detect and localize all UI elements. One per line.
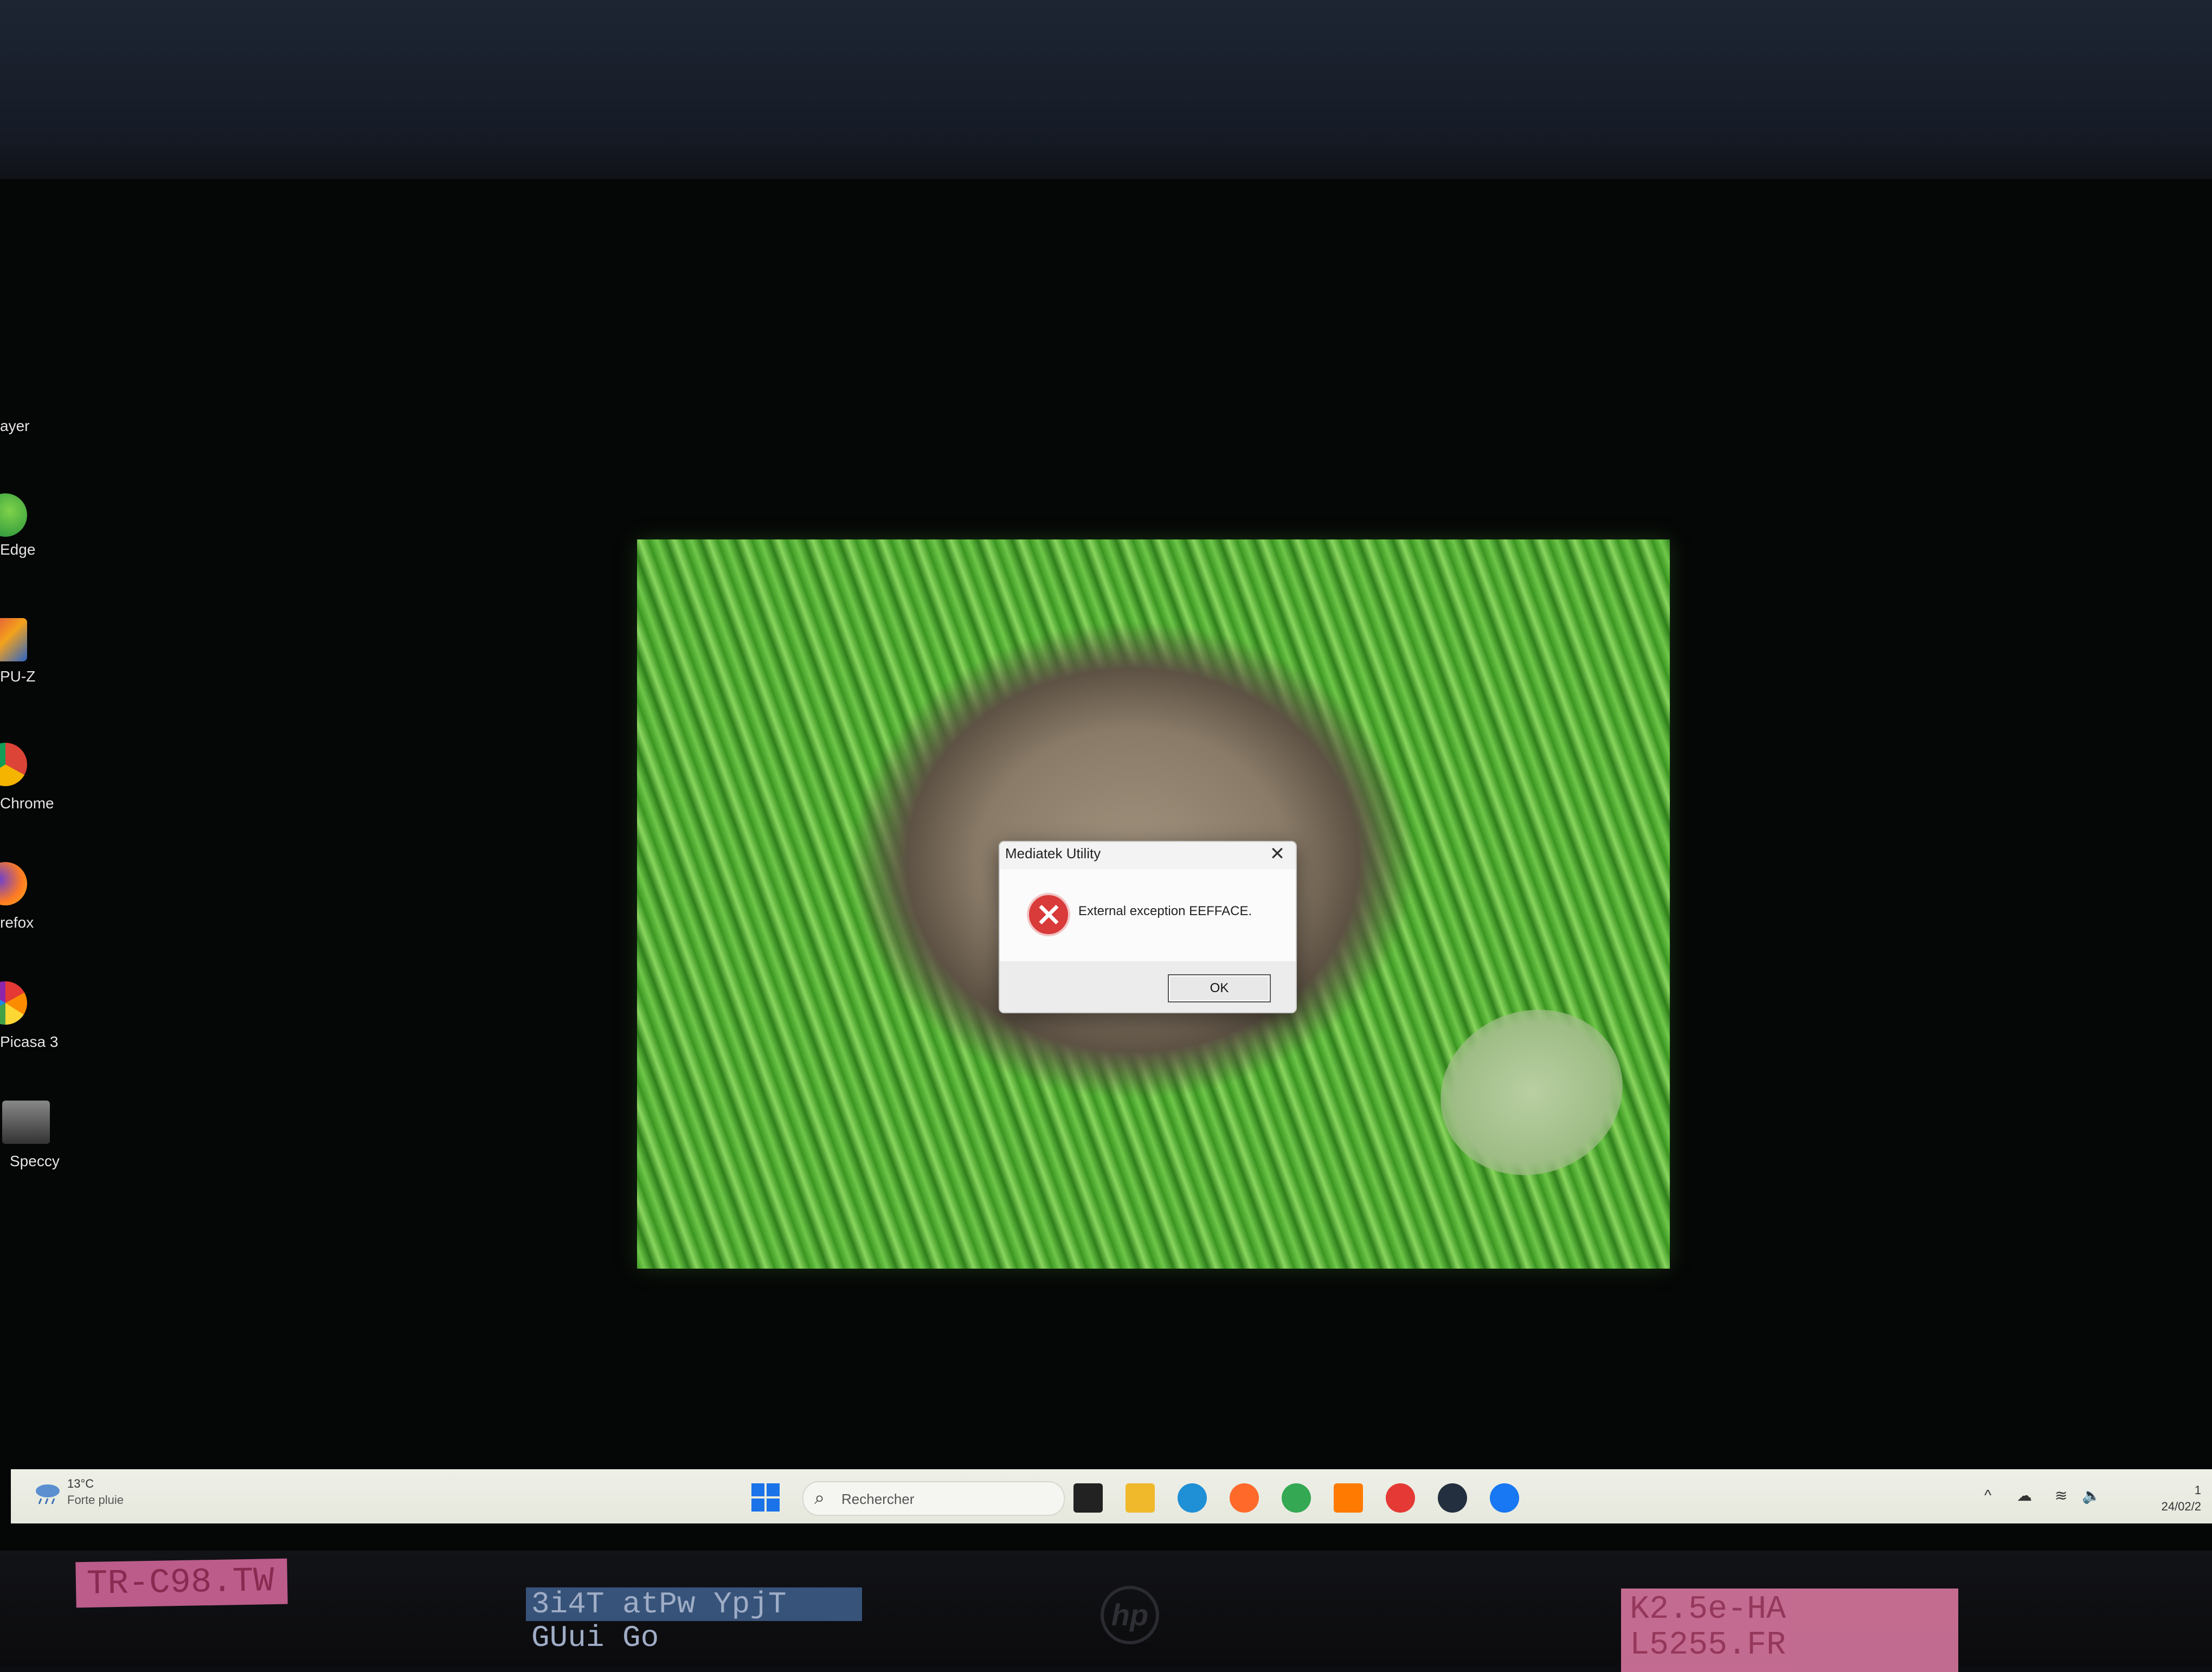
room-wall (0, 0, 2212, 179)
desktop-icons: ayer Edge PU-Z Chrome refox Picasa 3 Spe… (0, 179, 87, 1317)
edge-icon (0, 493, 27, 537)
sticker-left: TR-C98.TW (75, 1558, 288, 1608)
error-dialog: Mediatek Utility ✕ External exception EE… (999, 841, 1297, 1013)
windows-start-icon[interactable] (751, 1483, 780, 1512)
orange-app-icon[interactable] (1334, 1483, 1363, 1513)
wifi-icon[interactable]: ≋ (2055, 1487, 2067, 1504)
youtube-icon[interactable] (1386, 1483, 1415, 1513)
error-icon (1027, 893, 1070, 936)
system-tray: ^ ☁ ≋ 🔈 1 24/02/2 (1984, 1480, 2201, 1518)
clock-time[interactable]: 1 (2195, 1483, 2201, 1497)
leaf-in-photo (1417, 984, 1647, 1201)
task-view-icon[interactable] (1073, 1483, 1103, 1513)
clock-date[interactable]: 24/02/2 (2162, 1500, 2201, 1514)
desktop-icon-label: refox (0, 914, 34, 931)
sticker-right: K2.5e-HA L5255.FR (1621, 1589, 1958, 1672)
speccy-icon (2, 1101, 50, 1144)
desktop-icon-label: PU-Z (0, 668, 36, 685)
rain-cloud-icon[interactable] (33, 1481, 63, 1505)
weather-temperature[interactable]: 13°C (67, 1477, 94, 1491)
file-explorer-icon[interactable] (1126, 1483, 1155, 1513)
firefox-icon (0, 862, 27, 905)
desktop-icon-label: ayer (0, 417, 30, 434)
desktop-icon-label: Chrome (0, 795, 54, 812)
chevron-up-icon[interactable]: ^ (1984, 1487, 1991, 1504)
chrome-icon (0, 743, 27, 786)
desktop-icon-label: Speccy (10, 1153, 60, 1169)
dialog-title: Mediatek Utility (1005, 845, 1101, 861)
amazon-icon[interactable] (1438, 1483, 1467, 1513)
desktop-icon-label: Picasa 3 (0, 1033, 59, 1050)
search-input[interactable]: ⌕ Rechercher (802, 1481, 1065, 1516)
monitor-bezel: TR-C98.TW 3i4T atPw YpjT GUui Go hp K2.5… (0, 1551, 2212, 1672)
monitor-screen: ayer Edge PU-Z Chrome refox Picasa 3 Spe… (0, 179, 2212, 1551)
search-placeholder: Rechercher (841, 1491, 915, 1507)
sticker-product-key: 3i4T atPw YpjT GUui Go (526, 1587, 862, 1655)
chrome-icon[interactable] (1282, 1483, 1311, 1513)
dialog-footer: OK (1000, 961, 1296, 1012)
firefox-icon[interactable] (1230, 1483, 1259, 1513)
hp-logo: hp (1101, 1586, 1159, 1644)
ok-button[interactable]: OK (1168, 974, 1271, 1002)
facebook-icon[interactable] (1490, 1483, 1519, 1513)
onedrive-icon[interactable]: ☁ (2017, 1487, 2032, 1504)
dialog-body: External exception EEFFACE. (1000, 869, 1296, 961)
edge-icon[interactable] (1178, 1483, 1207, 1513)
dialog-message: External exception EEFFACE. (1078, 904, 1252, 918)
taskbar: 13°C Forte pluie ⌕ Rechercher ^ ☁ ≋ 🔈 1 … (11, 1469, 2212, 1523)
desktop-icon-label: Edge (0, 541, 36, 558)
picasa-icon (0, 981, 27, 1025)
close-icon[interactable]: ✕ (1262, 842, 1293, 866)
cpuz-icon (0, 618, 27, 661)
weather-description[interactable]: Forte pluie (67, 1493, 124, 1507)
volume-icon[interactable]: 🔈 (2082, 1487, 2101, 1504)
search-icon: ⌕ (814, 1488, 825, 1508)
